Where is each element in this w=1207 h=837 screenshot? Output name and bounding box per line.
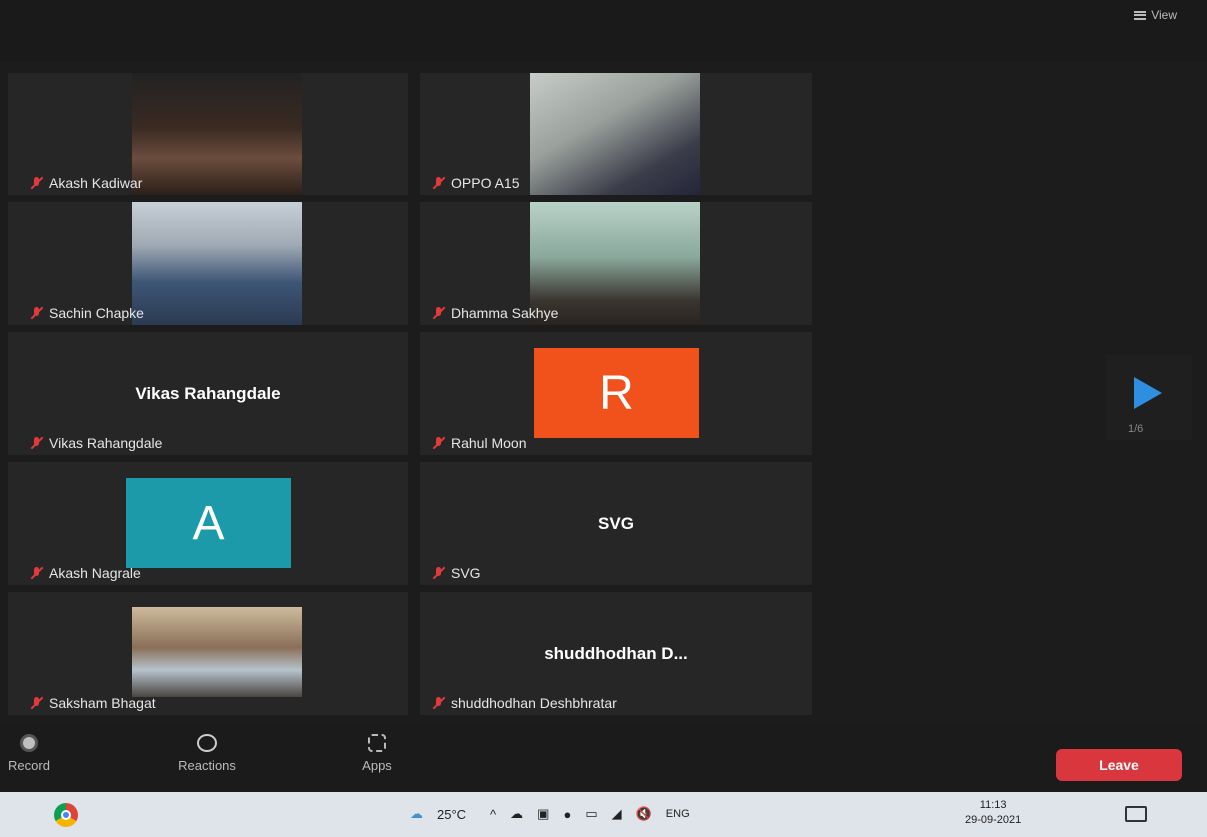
muted-mic-icon	[30, 306, 43, 320]
chrome-icon[interactable]	[54, 803, 78, 827]
muted-mic-icon	[432, 176, 445, 190]
participant-name: Rahul Moon	[432, 435, 527, 451]
participant-tile[interactable]: shuddhodhan D... shuddhodhan Deshbhratar	[420, 592, 812, 715]
meeting-controls: Record Reactions Apps Leave	[0, 722, 1207, 792]
meet-now-icon[interactable]: ▣	[537, 806, 549, 822]
notification-icon[interactable]	[1125, 806, 1147, 822]
participant-tile[interactable]: R Rahul Moon	[420, 332, 812, 455]
participant-tile[interactable]: Akash Kadiwar	[8, 73, 408, 195]
view-label: View	[1151, 8, 1177, 22]
participant-name: Dhamma Sakhye	[432, 305, 558, 321]
participant-tile[interactable]: Saksham Bhagat	[8, 592, 408, 715]
muted-mic-icon	[30, 696, 43, 710]
participant-tile[interactable]: SVG SVG	[420, 462, 812, 585]
chevron-up-icon[interactable]: ^	[490, 807, 496, 822]
participant-tile[interactable]: OPPO A15	[420, 73, 812, 195]
participant-tile[interactable]: A Akash Nagrale	[8, 462, 408, 585]
top-bar: View	[0, 0, 1207, 62]
participant-tile[interactable]: Vikas Rahangdale Vikas Rahangdale	[8, 332, 408, 455]
leave-button[interactable]: Leave	[1056, 749, 1182, 781]
date: 29-09-2021	[965, 814, 1022, 826]
participant-name: OPPO A15	[432, 175, 519, 191]
muted-mic-icon	[30, 176, 43, 190]
participant-name: Sachin Chapke	[30, 305, 144, 321]
avatar: R	[534, 348, 699, 438]
grid-view-icon	[1134, 10, 1147, 20]
battery-icon[interactable]: ▭	[585, 806, 597, 822]
apps-icon	[368, 734, 386, 752]
participant-name: Saksham Bhagat	[30, 695, 156, 711]
temperature[interactable]: 25°C	[437, 807, 466, 822]
participant-display-name: SVG	[598, 514, 634, 533]
microphone-icon[interactable]: ●	[563, 807, 571, 822]
weather-icon[interactable]: ☁	[410, 806, 423, 822]
avatar: A	[126, 478, 291, 568]
volume-muted-icon[interactable]: 🔇	[636, 806, 652, 822]
participant-display-name: shuddhodhan D...	[544, 644, 688, 663]
smiley-icon	[197, 734, 217, 752]
record-button[interactable]: Record	[4, 734, 54, 773]
clock[interactable]: 11:13 29-09-2021	[965, 798, 1021, 828]
participant-video	[530, 73, 700, 195]
view-button[interactable]: View	[1134, 8, 1177, 22]
record-icon	[20, 734, 38, 752]
muted-mic-icon	[432, 566, 445, 580]
page-count: 1/6	[1128, 423, 1144, 435]
reactions-button[interactable]: Reactions	[152, 734, 262, 773]
muted-mic-icon	[432, 306, 445, 320]
participant-display-name: Vikas Rahangdale	[135, 384, 281, 403]
participant-name: SVG	[432, 565, 481, 581]
next-page-button[interactable]: 1/6	[1106, 355, 1192, 440]
taskbar: ☁ 25°C ^ ☁ ▣ ● ▭ ◢ 🔇 ENG 11:13 29-09-202…	[0, 792, 1207, 837]
muted-mic-icon	[30, 436, 43, 450]
participant-name: Akash Kadiwar	[30, 175, 142, 191]
participant-tile[interactable]: Dhamma Sakhye	[420, 202, 812, 325]
time: 11:13	[979, 799, 1007, 811]
participant-video	[132, 607, 302, 697]
participant-video	[132, 202, 302, 325]
participant-name: shuddhodhan Deshbhratar	[432, 695, 617, 711]
arrow-right-icon	[1134, 377, 1162, 409]
muted-mic-icon	[432, 436, 445, 450]
participant-name: Vikas Rahangdale	[30, 435, 162, 451]
muted-mic-icon	[30, 566, 43, 580]
wifi-icon[interactable]: ◢	[612, 806, 622, 822]
participant-tile[interactable]: Sachin Chapke	[8, 202, 408, 325]
language-indicator[interactable]: ENG	[666, 808, 690, 820]
participant-name: Akash Nagrale	[30, 565, 141, 581]
muted-mic-icon	[432, 696, 445, 710]
system-tray: ☁ 25°C ^ ☁ ▣ ● ▭ ◢ 🔇 ENG	[410, 806, 704, 822]
apps-button[interactable]: Apps	[352, 734, 402, 773]
cloud-icon[interactable]: ☁	[510, 806, 523, 822]
participant-video	[132, 73, 302, 195]
